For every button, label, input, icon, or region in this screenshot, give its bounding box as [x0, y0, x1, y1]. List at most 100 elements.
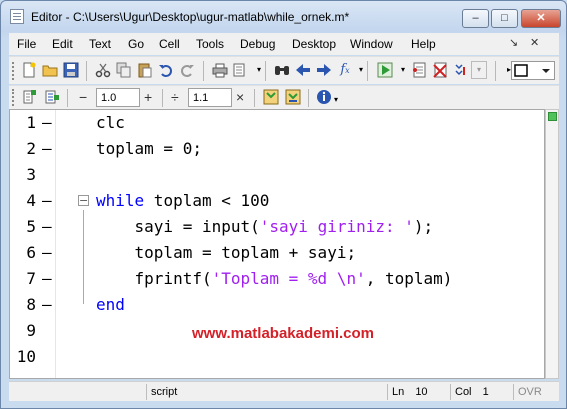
decrement-button[interactable]: − — [79, 89, 87, 105]
layout-icon[interactable] — [511, 61, 555, 80]
copy-icon[interactable] — [116, 62, 132, 78]
run-dropdown-icon[interactable]: ▾ — [395, 62, 411, 78]
evaluate-advance-icon[interactable] — [285, 89, 301, 105]
multiply-button[interactable]: × — [236, 89, 244, 105]
window-title: Editor - C:\Users\Ugur\Desktop\ugur-matl… — [31, 10, 350, 24]
code-text: toplam = 0; — [96, 136, 202, 162]
toolbar-separator — [162, 89, 163, 107]
help-dropdown-icon[interactable]: ▾ — [328, 92, 344, 108]
compare-icon[interactable] — [233, 62, 249, 78]
breakpoint-marker[interactable]: — — [42, 188, 52, 214]
code-token: toplam = toplam + sayi; — [96, 243, 357, 262]
minimize-button[interactable]: – — [462, 9, 489, 28]
code-line[interactable]: 2 — toplam = 0; — [10, 136, 544, 162]
back-icon[interactable] — [295, 62, 311, 78]
code-text: while toplam < 100 — [96, 188, 269, 214]
vertical-scrollbar[interactable] — [545, 109, 559, 379]
menu-file[interactable]: File — [17, 37, 36, 51]
code-line[interactable]: 3 — [10, 162, 544, 188]
menu-desktop[interactable]: Desktop — [292, 37, 336, 51]
close-button[interactable]: ✕ — [521, 9, 561, 28]
clear-breakpoints-icon[interactable] — [432, 62, 448, 78]
menu-edit[interactable]: Edit — [52, 37, 73, 51]
code-line[interactable]: 8 — end — [10, 292, 544, 318]
code-text: clc — [96, 110, 125, 136]
line-number: 3 — [26, 165, 36, 184]
breakpoint-marker[interactable]: — — [42, 110, 52, 136]
menu-bar: File Edit Text Go Cell Tools Debug Deskt… — [9, 33, 559, 55]
code-line[interactable]: 1 — clc — [10, 110, 544, 136]
set-breakpoint-icon[interactable] — [411, 62, 427, 78]
breakpoint-marker[interactable]: — — [42, 266, 52, 292]
toolbar-separator — [367, 61, 368, 81]
code-token: toplam < 100 — [144, 191, 270, 210]
menu-cell[interactable]: Cell — [159, 37, 180, 51]
code-line[interactable]: 7 — fprintf('Toplam = %d \n', toplam) — [10, 266, 544, 292]
code-token: ); — [413, 217, 434, 236]
undo-icon[interactable] — [158, 62, 174, 78]
code-token: clc — [96, 113, 125, 132]
status-bar: script Ln 10 Col 1 OVR — [9, 381, 559, 401]
keyword-token: end — [96, 295, 125, 314]
forward-icon[interactable] — [316, 62, 332, 78]
dock-close-icon[interactable]: ✕ — [530, 36, 539, 49]
menu-debug[interactable]: Debug — [240, 37, 275, 51]
toolbar-separator — [308, 89, 309, 107]
undock-icon[interactable]: ↘ — [509, 36, 518, 49]
code-line[interactable]: 6 — toplam = toplam + sayi; — [10, 240, 544, 266]
divide-button[interactable]: ÷ — [171, 89, 179, 105]
code-text: fprintf('Toplam = %d \n', toplam) — [96, 266, 453, 292]
menu-go[interactable]: Go — [128, 37, 144, 51]
menu-text[interactable]: Text — [89, 37, 111, 51]
code-line[interactable]: 4 — while toplam < 100 — [10, 188, 544, 214]
code-text: toplam = toplam + sayi; — [96, 240, 357, 266]
line-number: 5 — [26, 217, 36, 236]
line-number: 4 — [26, 191, 36, 210]
paste-icon[interactable] — [137, 62, 153, 78]
stack-icon[interactable] — [453, 62, 469, 78]
breakpoint-marker[interactable]: — — [42, 214, 52, 240]
code-line[interactable]: 5 — sayi = input('sayi giriniz: '); — [10, 214, 544, 240]
code-token: fprintf( — [96, 269, 212, 288]
menu-window[interactable]: Window — [350, 37, 393, 51]
stack-dropdown-icon[interactable]: ▾ — [471, 61, 487, 79]
code-analyzer-ok-indicator[interactable] — [548, 112, 557, 121]
code-line[interactable]: 10 — [10, 344, 544, 370]
new-file-icon[interactable] — [21, 62, 37, 78]
cell-increment-value-input[interactable] — [96, 88, 140, 107]
string-token: 'Toplam = %d \n' — [211, 269, 366, 288]
insert-cell-break-icon[interactable] — [21, 89, 37, 105]
watermark-text: www.matlabakademi.com — [192, 325, 375, 342]
function-icon[interactable]: fx — [337, 62, 353, 78]
evaluate-cell-icon[interactable] — [263, 89, 279, 105]
toolbar-separator — [203, 61, 204, 81]
status-overwrite: OVR — [513, 384, 553, 400]
status-line: Ln 10 — [387, 384, 447, 400]
menu-tools[interactable]: Tools — [196, 37, 224, 51]
keyword-token: while — [96, 191, 145, 210]
breakpoint-marker[interactable]: — — [42, 240, 52, 266]
save-icon[interactable] — [63, 62, 79, 78]
status-line-label: Ln — [392, 386, 405, 398]
breakpoint-marker[interactable]: — — [42, 292, 52, 318]
cut-icon[interactable] — [95, 62, 111, 78]
find-icon[interactable] — [274, 62, 290, 78]
status-column-value: 1 — [482, 386, 489, 398]
run-icon[interactable] — [377, 62, 393, 78]
cell-multiplier-value-input[interactable] — [188, 88, 232, 107]
breakpoint-marker[interactable]: — — [42, 136, 52, 162]
menu-help[interactable]: Help — [411, 37, 436, 51]
toolbar-separator — [254, 89, 255, 107]
line-number: 10 — [16, 347, 36, 366]
maximize-button[interactable]: □ — [491, 9, 518, 28]
print-icon[interactable] — [212, 62, 228, 78]
line-number: 8 — [26, 295, 36, 314]
line-number: 9 — [26, 321, 36, 340]
redo-icon[interactable] — [179, 62, 195, 78]
fold-collapse-icon[interactable]: − — [78, 195, 89, 206]
increment-button[interactable]: + — [144, 89, 152, 105]
open-folder-icon[interactable] — [42, 62, 58, 78]
line-number: 7 — [26, 269, 36, 288]
main-toolbar: ▾ fx ▾ ▾ ▾ ▸ — [9, 56, 559, 84]
cell-mode-icon[interactable] — [44, 89, 60, 105]
